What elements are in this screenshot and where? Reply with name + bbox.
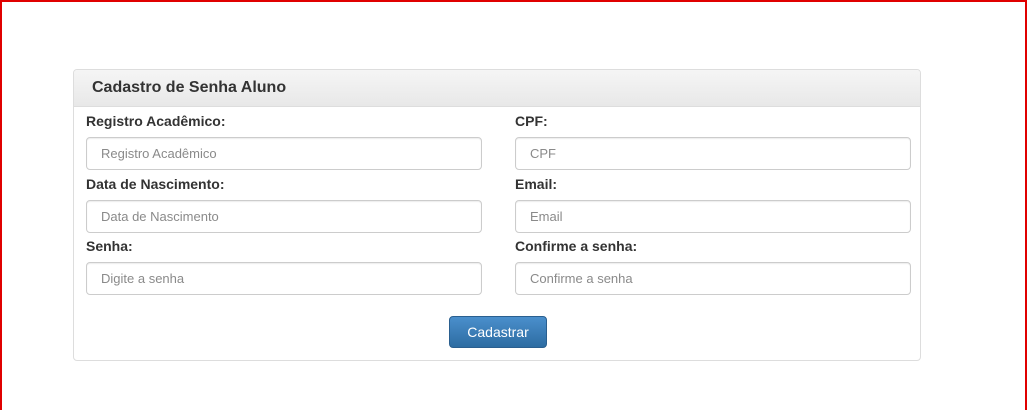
cpf-input[interactable] [515,137,911,170]
page-frame: Cadastro de Senha Aluno Registro Acadêmi… [0,0,1027,410]
registro-academico-label: Registro Acadêmico: [86,113,226,129]
email-label: Email: [515,176,558,192]
email-input[interactable] [515,200,911,233]
senha-label: Senha: [86,238,133,254]
data-nascimento-label: Data de Nascimento: [86,176,225,192]
panel-title: Cadastro de Senha Aluno [92,79,287,96]
registro-academico-input[interactable] [86,137,482,170]
panel-heading: Cadastro de Senha Aluno [74,70,920,107]
cadastrar-button[interactable]: Cadastrar [449,316,547,348]
registration-panel: Cadastro de Senha Aluno Registro Acadêmi… [73,69,921,361]
cpf-label: CPF: [515,113,548,129]
data-nascimento-input[interactable] [86,200,482,233]
confirme-senha-label: Confirme a senha: [515,238,638,254]
senha-input[interactable] [86,262,482,295]
confirme-senha-input[interactable] [515,262,911,295]
